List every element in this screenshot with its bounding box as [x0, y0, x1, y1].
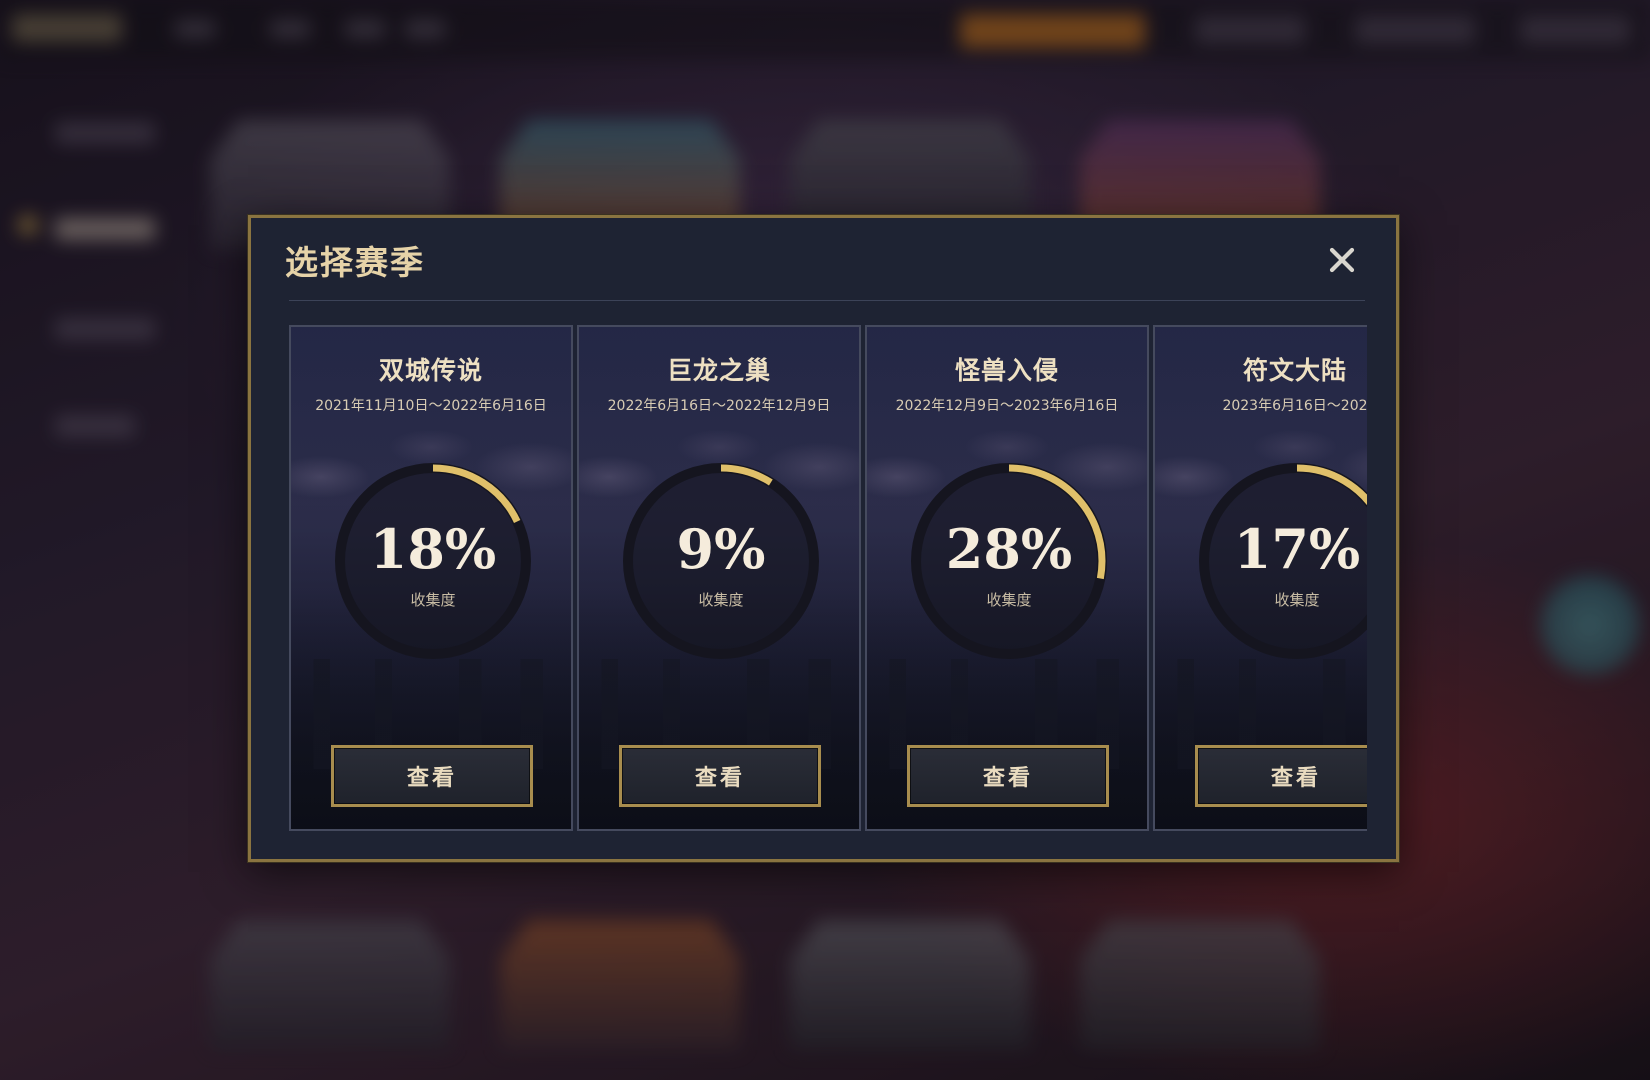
season-card: 双城传说 2021年11月10日～2022年6月16日 18% 收集度 查看 [289, 325, 573, 831]
progress-label: 收集度 [1274, 591, 1320, 609]
progress-percent: 18% [369, 517, 497, 581]
season-dates: 2022年12月9日～2023年6月16日 [895, 398, 1119, 414]
season-name: 怪兽入侵 [954, 356, 1059, 385]
modal-title: 选择赛季 [285, 243, 425, 282]
progress-label: 收集度 [698, 591, 744, 609]
collection-progress-ring: 9% 收集度 [619, 459, 823, 663]
season-cards-list[interactable]: 双城传说 2021年11月10日～2022年6月16日 18% 收集度 查看 巨… [289, 325, 1367, 833]
season-dates: 2023年6月16日～202 [1222, 398, 1367, 414]
progress-percent: 9% [676, 517, 766, 581]
view-button[interactable]: 查看 [1195, 745, 1367, 807]
progress-percent: 17% [1233, 517, 1361, 581]
season-card: 怪兽入侵 2022年12月9日～2023年6月16日 28% 收集度 查看 [865, 325, 1149, 831]
progress-percent: 28% [945, 517, 1073, 581]
progress-label: 收集度 [986, 591, 1032, 609]
close-icon [1329, 247, 1355, 273]
collection-progress-ring: 28% 收集度 [907, 459, 1111, 663]
season-name: 符文大陆 [1242, 356, 1347, 385]
season-dates: 2021年11月10日～2022年6月16日 [315, 398, 547, 414]
collection-progress-ring: 17% 收集度 [1195, 459, 1367, 663]
season-select-modal: 选择赛季 双城传说 2021年11月10日～2022年6月16日 18% 收集度… [248, 215, 1399, 862]
season-card: 巨龙之巢 2022年6月16日～2022年12月9日 9% 收集度 查看 [577, 325, 861, 831]
season-card: 符文大陆 2023年6月16日～202 17% 收集度 查看 [1153, 325, 1367, 831]
view-button[interactable]: 查看 [619, 745, 821, 807]
progress-label: 收集度 [410, 591, 456, 609]
season-name: 巨龙之巢 [666, 356, 771, 385]
view-button[interactable]: 查看 [907, 745, 1109, 807]
close-button[interactable] [1324, 242, 1360, 278]
season-dates: 2022年6月16日～2022年12月9日 [607, 398, 831, 414]
modal-divider [289, 300, 1365, 301]
view-button[interactable]: 查看 [331, 745, 533, 807]
season-name: 双城传说 [378, 356, 483, 385]
collection-progress-ring: 18% 收集度 [331, 459, 535, 663]
